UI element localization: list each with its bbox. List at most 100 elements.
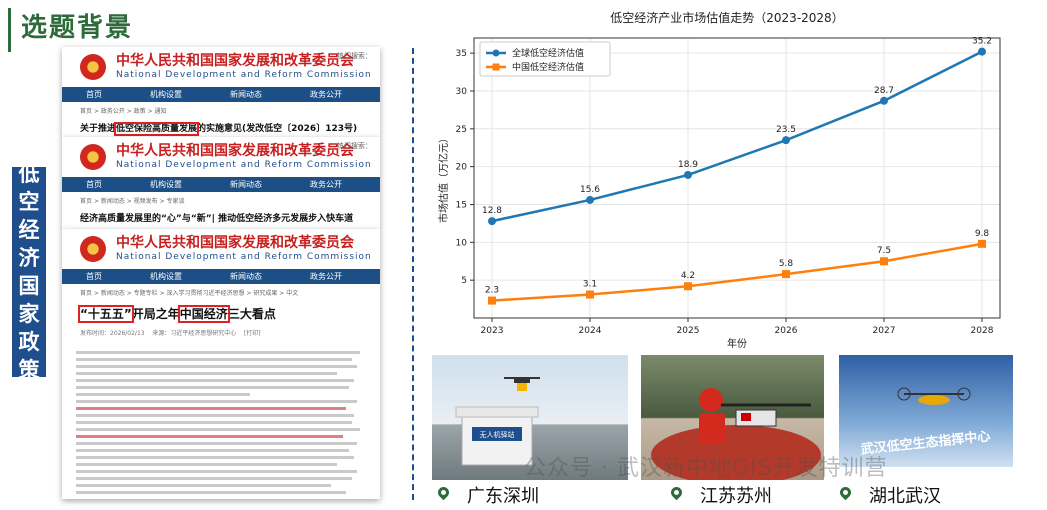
side-label-char: 国 [18, 274, 40, 298]
data-point [978, 239, 986, 248]
x-tick-label: 2026 [775, 326, 798, 336]
hot-search-label: 热门搜索： [337, 52, 372, 60]
data-label: 18.9 [678, 160, 698, 170]
slide-title: 选题背景 [21, 13, 134, 43]
text-line [76, 477, 352, 480]
doc-header: 中华人民共和国国家发展和改革委员会 National Development a… [62, 137, 380, 177]
breadcrumb: 首页 > 新闻动态 > 视频发布 > 专家谈 [80, 198, 185, 205]
policy-doc-2: 中华人民共和国国家发展和改革委员会 National Development a… [62, 137, 380, 229]
nav-item-home[interactable]: 首页 [62, 271, 126, 282]
data-label: 5.8 [779, 259, 794, 269]
legend-marker [492, 63, 500, 71]
doc-meta: 发布时间：2026/02/13 来源：习近平经济思想研究中心 [打印] [62, 324, 380, 341]
text-line [76, 365, 358, 368]
doc-header: 中华人民共和国国家发展和改革委员会 National Development a… [62, 229, 380, 269]
data-point [586, 290, 594, 299]
text-line [76, 449, 349, 452]
data-label: 35.2 [972, 37, 992, 47]
market-chart-panel: 低空经济产业市场估值走势（2023-2028） 5 10 15 20 25 30 35 2023… [434, 6, 1020, 348]
text-line [76, 428, 361, 431]
x-tick-label: 2024 [579, 326, 602, 336]
data-label: 12.8 [482, 206, 502, 216]
y-tick-label: 20 [456, 163, 468, 173]
side-label-char: 低 [18, 162, 40, 186]
policy-doc-1: 中华人民共和国国家发展和改革委员会 National Development a… [62, 47, 380, 137]
text-line [76, 400, 358, 403]
breadcrumb: 首页 > 新闻动态 > 专题专栏 > 深入学习贯彻习近平经济思想 > 研究成果 … [80, 290, 299, 297]
x-tick-label: 2023 [481, 326, 504, 336]
nav-item-org[interactable]: 机构设置 [126, 179, 206, 190]
location-label: 湖北武汉 [869, 486, 941, 507]
y-axis-label: 市场估值（万亿元） [437, 133, 450, 223]
data-label: 2.3 [485, 286, 499, 296]
location-label: 江苏苏州 [700, 486, 772, 507]
policy-doc-3: 中华人民共和国国家发展和改革委员会 National Development a… [62, 229, 380, 499]
nav-item-news[interactable]: 新闻动态 [206, 271, 286, 282]
publish-date: 发布时间：2026/02/13 [80, 330, 145, 337]
text-line [76, 386, 349, 389]
data-point [978, 47, 986, 56]
nav-item-gov[interactable]: 政务公开 [286, 271, 366, 282]
headline-part: 关于推进 [80, 124, 117, 134]
org-name-en: National Development and Reform Commissi… [116, 252, 372, 262]
nav-item-news[interactable]: 新闻动态 [206, 89, 286, 100]
legend-label: 中国低空经济估值 [512, 61, 584, 73]
national-emblem-icon [80, 144, 106, 170]
data-label: 3.1 [583, 280, 597, 290]
text-line [76, 351, 361, 354]
org-name-en: National Development and Reform Commissi… [116, 70, 372, 80]
nav-item-gov[interactable]: 政务公开 [286, 89, 366, 100]
text-line [76, 393, 250, 396]
headline-part: 三大看点 [227, 307, 276, 321]
doc-source: 来源：习近平经济思想研究中心 [152, 330, 237, 337]
helmet-icon [699, 388, 723, 412]
series-line-1 [491, 50, 983, 223]
nav-item-org[interactable]: 机构设置 [126, 89, 206, 100]
legend-label: 全球低空经济估值 [512, 47, 584, 59]
market-line-chart: 低空经济产业市场估值走势（2023-2028）51015202530352023… [437, 10, 1001, 348]
text-line [76, 358, 352, 361]
national-emblem-icon [80, 236, 106, 262]
text-line [76, 484, 332, 487]
location-pin-icon [840, 487, 851, 503]
text-line [76, 414, 355, 417]
nav-item-home[interactable]: 首页 [62, 179, 126, 190]
chart-title: 低空经济产业市场估值走势（2023-2028） [610, 10, 843, 25]
x-axis-label: 年份 [727, 337, 747, 348]
location-shenzhen: 广东深圳 [438, 482, 539, 508]
side-label-char: 经 [18, 218, 40, 242]
text-line [76, 379, 355, 382]
headline-highlight: 中国经济 [177, 305, 230, 323]
side-label-char: 政 [18, 330, 40, 354]
nav-item-home[interactable]: 首页 [62, 89, 126, 100]
text-line [76, 421, 352, 424]
headline-highlight: “十五五” [78, 305, 134, 323]
doc-header: 中华人民共和国国家发展和改革委员会 National Development a… [62, 47, 380, 87]
data-label: 23.5 [776, 125, 796, 135]
x-tick-label: 2025 [677, 326, 700, 336]
headline-part: 的实施意见(发改低空〔2026〕123号) [197, 124, 358, 134]
nav-item-gov[interactable]: 政务公开 [286, 179, 366, 190]
doc-body-text [62, 341, 380, 499]
location-pin-icon [438, 487, 449, 503]
nav-item-news[interactable]: 新闻动态 [206, 179, 286, 190]
y-tick-label: 30 [456, 87, 468, 97]
doc-navbar: 首页 机构设置 新闻动态 政务公开 [62, 269, 380, 284]
nav-item-org[interactable]: 机构设置 [126, 271, 206, 282]
data-point [488, 217, 496, 226]
national-emblem-icon [80, 54, 106, 80]
hot-search-label: 热门搜索： [337, 142, 372, 150]
location-wuhan: 湖北武汉 [840, 482, 941, 508]
text-line [76, 407, 346, 410]
series-line-2 [491, 242, 983, 302]
text-line [76, 491, 346, 494]
side-label-char: 家 [18, 302, 40, 326]
print-link[interactable]: [打印] [244, 330, 261, 337]
text-line [76, 442, 358, 445]
y-tick-label: 25 [456, 125, 467, 135]
data-point [684, 170, 692, 179]
drone-icon [897, 387, 971, 405]
side-label-char: 空 [18, 190, 40, 214]
wechat-watermark: 公众号 · 武汉新中地GIS开发特训营 [524, 456, 888, 481]
x-tick-label: 2027 [873, 326, 896, 336]
